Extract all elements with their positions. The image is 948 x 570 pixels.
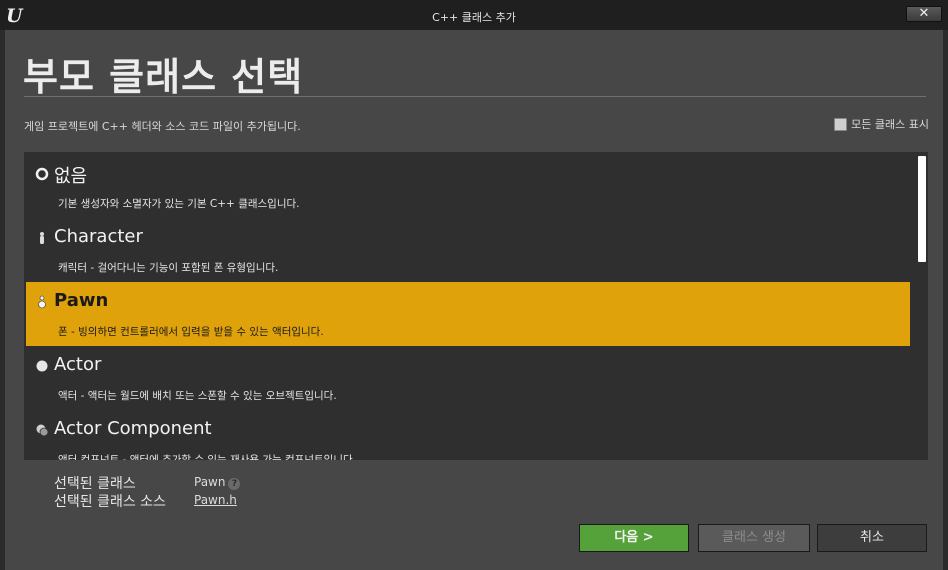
class-name: Character — [54, 226, 143, 247]
class-description: 폰 - 빙의하면 컨트롤러에서 입력을 받을 수 있는 액터입니다. — [58, 326, 324, 338]
selected-class-label: 선택된 클래스 — [54, 476, 136, 492]
close-button[interactable]: ✕ — [906, 6, 942, 22]
sphere-icon — [36, 360, 48, 372]
page-title: 부모 클래스 선택 — [23, 55, 304, 99]
show-all-checkbox[interactable] — [834, 117, 848, 131]
parent-class-list[interactable]: 없음 기본 생성자와 소멸자가 있는 기본 C++ 클래스입니다. Charac… — [24, 152, 928, 460]
circle-outline-icon — [35, 167, 49, 181]
class-description: 기본 생성자와 소멸자가 있는 기본 C++ 클래스입니다. — [58, 198, 300, 210]
class-item-actor-component[interactable]: Actor Component 액터 컴포넌트 - 액터에 추가할 수 있는 재… — [26, 410, 910, 460]
selected-class-value: Pawn? — [194, 475, 241, 490]
selected-class-name: Pawn — [194, 475, 226, 489]
help-icon[interactable]: ? — [228, 478, 241, 490]
class-description: 액터 컴포넌트 - 액터에 추가할 수 있는 재사용 가능 컴포넌트입니다. — [58, 454, 356, 460]
cancel-button[interactable]: 취소 — [817, 524, 927, 552]
class-item-none[interactable]: 없음 기본 생성자와 소멸자가 있는 기본 C++ 클래스입니다. — [26, 154, 910, 218]
dialog-body: 부모 클래스 선택 게임 프로젝트에 C++ 헤더와 소스 코드 파일이 추가됩… — [5, 30, 943, 570]
class-item-character[interactable]: Character 캐릭터 - 걸어다니는 기능이 포함된 폰 유형입니다. — [26, 218, 910, 282]
list-scrollbar[interactable] — [916, 152, 928, 460]
class-description: 캐릭터 - 걸어다니는 기능이 포함된 폰 유형입니다. — [58, 262, 279, 274]
heading-divider — [24, 96, 926, 97]
class-name: Actor Component — [54, 418, 212, 439]
page-description: 게임 프로젝트에 C++ 헤더와 소스 코드 파일이 추가됩니다. — [24, 120, 301, 133]
create-class-button[interactable]: 클래스 생성 — [698, 524, 810, 552]
class-item-actor[interactable]: Actor 액터 - 액터는 월드에 배치 또는 스폰할 수 있는 오브젝트입니… — [26, 346, 910, 410]
class-name: Pawn — [54, 290, 109, 311]
show-all-classes-toggle[interactable]: 모든 클래스 표시 — [834, 116, 929, 132]
class-item-pawn[interactable]: Pawn 폰 - 빙의하면 컨트롤러에서 입력을 받을 수 있는 액터입니다. — [26, 282, 910, 346]
next-button[interactable]: 다음 > — [579, 524, 689, 552]
window-title: C++ 클래스 추가 — [432, 11, 516, 24]
component-icon — [36, 424, 49, 437]
class-name: 없음 — [54, 166, 88, 187]
pawn-icon — [38, 295, 46, 309]
character-icon — [40, 232, 44, 244]
class-name: Actor — [54, 354, 102, 375]
show-all-label: 모든 클래스 표시 — [851, 118, 929, 131]
selected-source-link[interactable]: Pawn.h — [194, 493, 237, 507]
selected-source-label: 선택된 클래스 소스 — [54, 494, 166, 510]
class-description: 액터 - 액터는 월드에 배치 또는 스폰할 수 있는 오브젝트입니다. — [58, 390, 337, 402]
title-bar: U C++ 클래스 추가 ✕ — [0, 0, 948, 30]
scroll-thumb[interactable] — [918, 156, 926, 262]
